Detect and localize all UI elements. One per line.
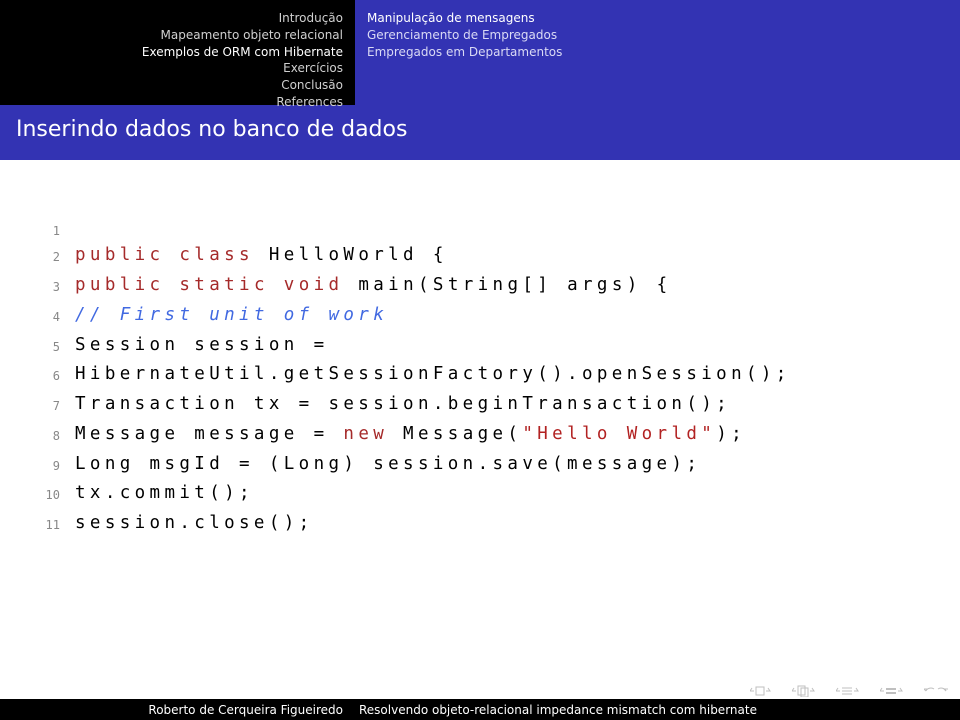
line-number: 9 bbox=[35, 450, 60, 480]
nav-section-item[interactable]: References bbox=[8, 94, 343, 111]
line-number: 4 bbox=[35, 301, 60, 331]
code-text: Transaction tx = session.beginTransactio… bbox=[75, 390, 731, 420]
nav-section-item[interactable]: Introdução bbox=[8, 10, 343, 27]
slide-title: Inserindo dados no banco de dados bbox=[0, 105, 960, 160]
code-text: public static void main(String[] args) { bbox=[75, 271, 671, 301]
code-block: 12 public class HelloWorld { 3 public stati… bbox=[0, 160, 960, 539]
nav-frame-icon[interactable] bbox=[792, 685, 822, 697]
code-text: Session session = bbox=[75, 331, 329, 361]
nav-section-icon[interactable] bbox=[880, 686, 910, 696]
nav-section-item[interactable]: Exemplos de ORM com Hibernate bbox=[8, 44, 343, 61]
code-text: Message message = new Message("Hello Wor… bbox=[75, 420, 746, 450]
nav-subsection-item[interactable]: Gerenciamento de Empregados bbox=[367, 27, 960, 44]
nav-subsections: Manipulação de mensagensGerenciamento de… bbox=[355, 0, 960, 105]
code-line: 8 Message message = new Message("Hello Wo… bbox=[35, 420, 925, 450]
code-text: public class HelloWorld { bbox=[75, 241, 448, 271]
line-number: 2 bbox=[35, 241, 60, 271]
code-text: session.close(); bbox=[75, 509, 314, 539]
nav-subsection-item[interactable]: Manipulação de mensagens bbox=[367, 10, 960, 27]
code-line: 9 Long msgId = (Long) session.save(messag… bbox=[35, 450, 925, 480]
footer-title: Resolvendo objeto-relacional impedance m… bbox=[355, 703, 960, 717]
nav-section-item[interactable]: Exercícios bbox=[8, 60, 343, 77]
line-number: 10 bbox=[35, 479, 60, 509]
nav-section-item[interactable]: Mapeamento objeto relacional bbox=[8, 27, 343, 44]
nav-subsection-icon[interactable] bbox=[836, 686, 866, 696]
nav-back-forward-icon[interactable] bbox=[924, 686, 948, 696]
nav-subsection-item[interactable]: Empregados em Departamentos bbox=[367, 44, 960, 61]
line-number: 7 bbox=[35, 390, 60, 420]
line-number: 6 bbox=[35, 360, 60, 390]
code-line: 4 // First unit of work bbox=[35, 301, 925, 331]
footer-author: Roberto de Cerqueira Figueiredo bbox=[0, 703, 355, 717]
code-line: 2 public class HelloWorld { bbox=[35, 241, 925, 271]
line-number: 1 bbox=[35, 215, 60, 241]
line-number: 8 bbox=[35, 420, 60, 450]
code-line: 11 session.close(); bbox=[35, 509, 925, 539]
line-number: 3 bbox=[35, 271, 60, 301]
beamer-nav-symbols bbox=[750, 685, 948, 697]
header: IntroduçãoMapeamento objeto relacionalEx… bbox=[0, 0, 960, 105]
code-text: HibernateUtil.getSessionFactory().openSe… bbox=[75, 360, 791, 390]
code-line: 5 Session session = bbox=[35, 331, 925, 361]
code-line: 10 tx.commit(); bbox=[35, 479, 925, 509]
nav-slide-icon[interactable] bbox=[750, 686, 778, 696]
code-line: 7 Transaction tx = session.beginTransacti… bbox=[35, 390, 925, 420]
nav-sections: IntroduçãoMapeamento objeto relacionalEx… bbox=[0, 0, 355, 105]
line-number: 11 bbox=[35, 509, 60, 539]
code-line: 6 HibernateUtil.getSessionFactory().openS… bbox=[35, 360, 925, 390]
nav-section-item[interactable]: Conclusão bbox=[8, 77, 343, 94]
code-text: Long msgId = (Long) session.save(message… bbox=[75, 450, 701, 480]
code-text: tx.commit(); bbox=[75, 479, 254, 509]
code-line: 3 public static void main(String[] args) … bbox=[35, 271, 925, 301]
line-number: 5 bbox=[35, 331, 60, 361]
code-line: 1 bbox=[35, 215, 925, 241]
code-text: // First unit of work bbox=[75, 301, 388, 331]
footer: Roberto de Cerqueira Figueiredo Resolven… bbox=[0, 699, 960, 720]
